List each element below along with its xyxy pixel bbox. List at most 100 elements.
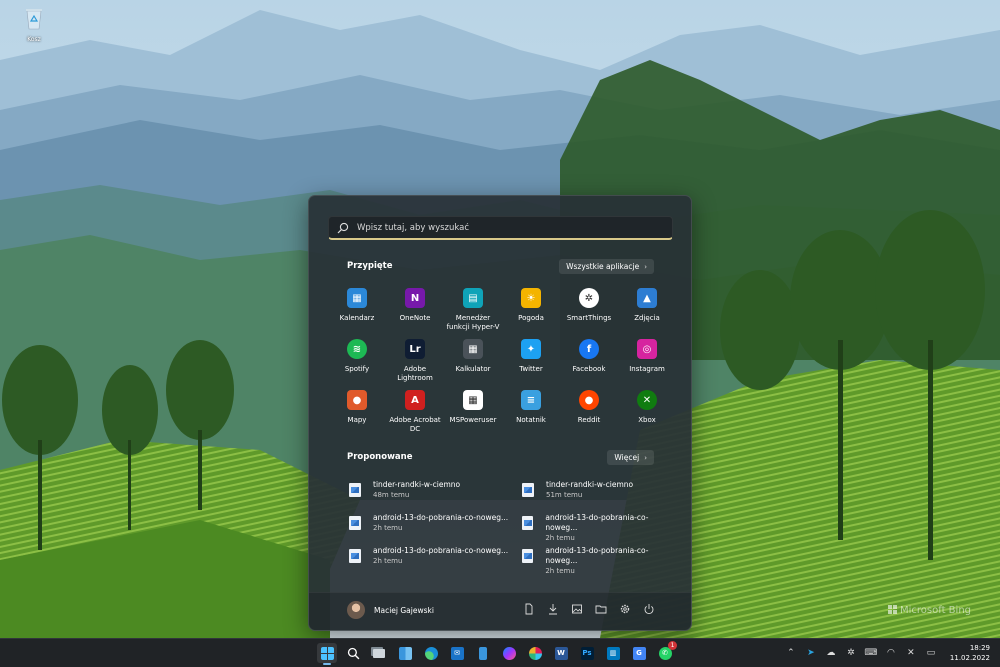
recommended-item[interactable]: android-13-do-pobrania-co-noweg... 2h tem… — [516, 509, 673, 542]
more-button[interactable]: Więcej › — [607, 450, 654, 465]
watermark-text: Microsoft Bing — [900, 605, 972, 616]
bing-watermark: Microsoft Bing — [888, 605, 971, 616]
pinned-app-onenote[interactable]: N OneNote — [386, 284, 444, 335]
all-apps-label: Wszystkie aplikacje — [566, 262, 640, 271]
trello-button[interactable]: ▥ — [603, 643, 623, 663]
onenote-icon: N — [405, 288, 425, 308]
recycle-bin[interactable]: Kosz — [16, 6, 52, 43]
pinned-app-mspoweruser[interactable]: ▦ MSPoweruser — [444, 386, 502, 437]
pinned-app-facebook[interactable]: f Facebook — [560, 335, 618, 386]
word-button[interactable]: W — [551, 643, 571, 663]
pinned-app-label: Facebook — [572, 365, 606, 373]
recommended-item[interactable]: android-13-do-pobrania-co-noweg... 2h tem… — [343, 509, 516, 542]
settings-gear-icon[interactable] — [619, 603, 631, 615]
downloads-icon[interactable] — [547, 603, 559, 615]
all-apps-button[interactable]: Wszystkie aplikacje › — [559, 259, 654, 274]
pinned-app-label: Notatnik — [516, 416, 546, 424]
pinned-app-label: Kalkulator — [455, 365, 491, 373]
power-icon[interactable] — [643, 603, 655, 615]
recycle-bin-icon — [26, 9, 42, 30]
clock[interactable]: 18:29 11.02.2022 — [950, 643, 990, 663]
pinned-app-maps[interactable]: ● Mapy — [328, 386, 386, 437]
start-button[interactable] — [317, 643, 337, 665]
documents-icon[interactable] — [523, 603, 535, 615]
recommended-item[interactable]: tinder-randki-w-ciemno 48m temu — [343, 476, 516, 509]
messenger-icon — [502, 646, 516, 660]
calculator-icon: ▦ — [463, 339, 483, 359]
pinned-app-instagram[interactable]: ◎ Instagram — [618, 335, 676, 386]
whatsapp-button[interactable]: ✆ 1 — [655, 641, 677, 663]
pinned-app-weather[interactable]: ☀ Pogoda — [502, 284, 560, 335]
volume-muted-icon[interactable]: ✕ — [906, 648, 916, 658]
phone-link-button[interactable] — [473, 643, 493, 663]
pinned-app-label: Pogoda — [518, 314, 544, 322]
more-label: Więcej — [614, 453, 640, 462]
photoshop-button[interactable]: Ps — [577, 643, 597, 663]
recycle-bin-label: Kosz — [27, 36, 41, 43]
twitter-icon: ✦ — [521, 339, 541, 359]
edge-button[interactable] — [421, 643, 441, 663]
pinned-app-notepad[interactable]: ≡ Notatnik — [502, 386, 560, 437]
pinned-app-label: SmartThings — [566, 314, 612, 322]
onedrive-cloud-icon[interactable]: ☁ — [826, 648, 836, 658]
pinned-app-calculator[interactable]: ▦ Kalkulator — [444, 335, 502, 386]
trello-icon: ▥ — [606, 646, 620, 660]
pinned-app-spotify[interactable]: ≋ Spotify — [328, 335, 386, 386]
recommended-list: tinder-randki-w-ciemno 48m temu tinder-ran… — [343, 476, 673, 575]
chevron-up-icon[interactable]: ⌃ — [786, 648, 796, 658]
mail-button[interactable]: ✉ — [447, 643, 467, 663]
pinned-app-twitter[interactable]: ✦ Twitter — [502, 335, 560, 386]
wifi-icon[interactable]: ◠ — [886, 648, 896, 658]
widgets-button[interactable] — [395, 643, 415, 663]
recommended-title: Proponowane — [347, 452, 413, 462]
bluetooth-icon[interactable]: ✲ — [846, 648, 856, 658]
image-file-icon — [522, 483, 534, 497]
user-account-button[interactable]: Maciej Gajewski — [347, 601, 434, 619]
task-view-button[interactable] — [369, 643, 389, 663]
search-input[interactable] — [357, 222, 657, 233]
pinned-app-lightroom[interactable]: Lr Adobe Lightroom — [386, 335, 444, 386]
battery-icon[interactable]: ▭ — [926, 648, 936, 658]
pinned-app-label: Adobe Acrobat DC — [389, 416, 441, 433]
pinned-app-smartthings[interactable]: ✲ SmartThings — [560, 284, 618, 335]
recommended-item[interactable]: tinder-randki-w-ciemno 51m temu — [516, 476, 673, 509]
recommended-item-time: 2h temu — [373, 557, 403, 565]
image-file-icon — [349, 516, 361, 530]
image-file-icon — [349, 483, 361, 497]
pinned-app-acrobat[interactable]: A Adobe Acrobat DC — [386, 386, 444, 437]
smartthings-icon: ✲ — [579, 288, 599, 308]
pinned-app-calendar[interactable]: ▦ Kalendarz — [328, 284, 386, 335]
lightroom-icon: Lr — [405, 339, 425, 359]
recommended-item-time: 2h temu — [373, 524, 403, 532]
taskbar-search-button[interactable] — [343, 643, 363, 663]
google-translate-button[interactable]: G — [629, 643, 649, 663]
pinned-apps-grid: ▦ Kalendarz N OneNote ▤ Menedżer funkcji Hype… — [328, 284, 676, 437]
task-view-icon — [373, 648, 385, 658]
telegram-icon[interactable]: ➤ — [806, 648, 816, 658]
start-search-box[interactable] — [328, 216, 673, 240]
maps-icon: ● — [347, 390, 367, 410]
search-icon — [337, 222, 349, 233]
pinned-app-hyperv[interactable]: ▤ Menedżer funkcji Hyper-V — [444, 284, 502, 335]
file-explorer-icon[interactable] — [595, 603, 607, 615]
recommended-item[interactable]: android-13-do-pobrania-co-noweg... 2h tem… — [516, 542, 673, 575]
keyboard-icon[interactable]: ⌨ — [864, 648, 877, 658]
pinned-app-xbox[interactable]: ✕ Xbox — [618, 386, 676, 437]
pictures-icon[interactable] — [571, 603, 583, 615]
recommended-item[interactable]: android-13-do-pobrania-co-noweg... 2h tem… — [343, 542, 516, 575]
word-icon: W — [554, 646, 568, 660]
recommended-item-name: android-13-do-pobrania-co-noweg... — [545, 546, 649, 565]
instagram-icon: ◎ — [637, 339, 657, 359]
spotify-icon: ≋ — [347, 339, 367, 359]
phone-icon — [479, 646, 487, 660]
chevron-right-icon: › — [644, 453, 647, 462]
system-tray: ⌃ ➤ ☁ ✲ ⌨ ◠ ✕ ▭ 18:29 11.02.2022 — [786, 639, 990, 667]
pinned-app-photos[interactable]: ▲ Zdjęcia — [618, 284, 676, 335]
slack-button[interactable] — [525, 643, 545, 663]
start-menu: Przypięte Wszystkie aplikacje › ▦ Kalenda… — [308, 195, 692, 631]
chevron-right-icon: › — [644, 262, 647, 271]
messenger-button[interactable] — [499, 643, 519, 663]
recommended-item-name: tinder-randki-w-ciemno — [373, 480, 461, 489]
pinned-app-reddit[interactable]: ● Reddit — [560, 386, 618, 437]
start-footer: Maciej Gajewski — [309, 592, 691, 630]
